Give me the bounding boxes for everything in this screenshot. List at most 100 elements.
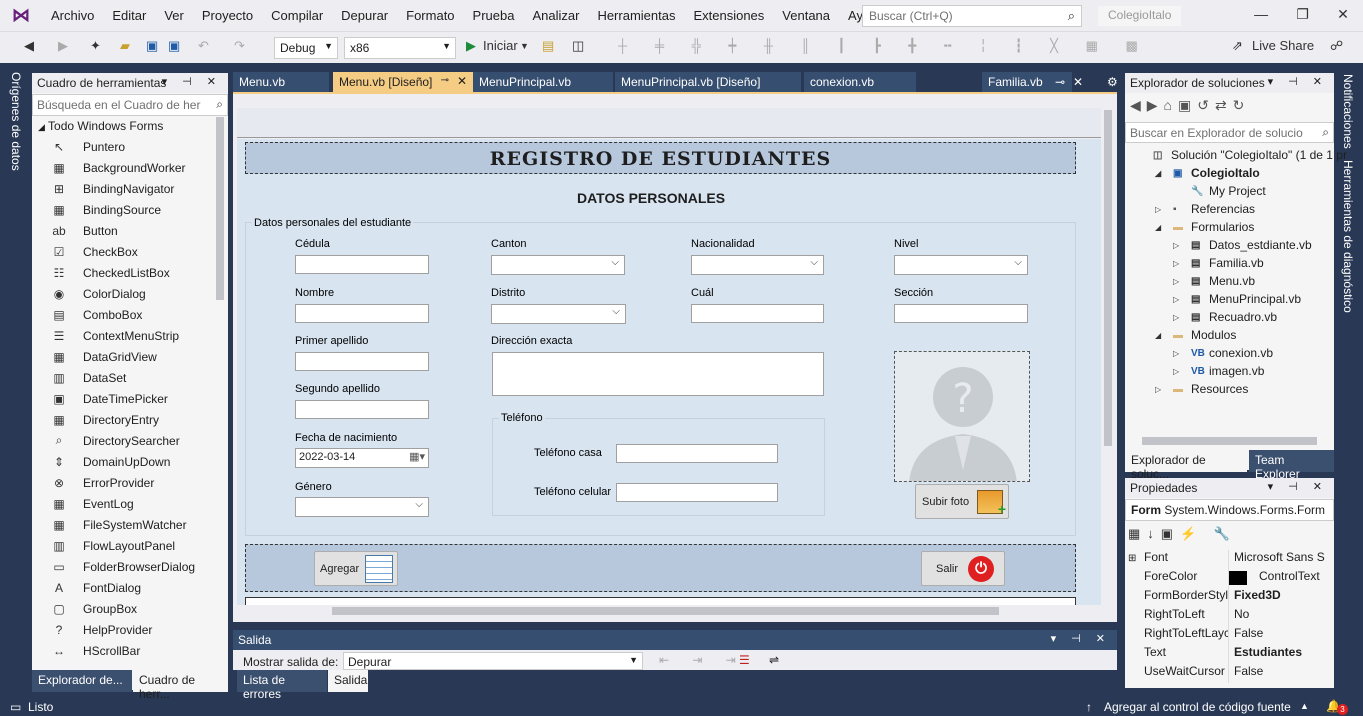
tab-data-explorer[interactable]: Explorador de...: [32, 670, 132, 692]
data-sources-tab[interactable]: Orígenes de datos: [9, 72, 23, 171]
tab-menu-vb[interactable]: Menu.vb: [233, 72, 329, 92]
forward-icon[interactable]: ▶: [58, 38, 68, 54]
new-project-icon[interactable]: ✦: [90, 38, 101, 54]
tab-conexion-vb[interactable]: conexion.vb: [804, 72, 916, 92]
undo-icon[interactable]: ↶: [198, 38, 209, 54]
toolbox-item[interactable]: ▢ GroupBox: [50, 598, 137, 619]
panel-controls-icon[interactable]: ▾ ⊣ ✕: [162, 75, 222, 88]
tree-item[interactable]: ▷ ▤ Recuadro.vb: [1125, 308, 1277, 326]
photo-picturebox[interactable]: ?: [894, 351, 1030, 482]
open-icon[interactable]: ▰: [120, 38, 130, 54]
property-row[interactable]: RightToLeftLayc False: [1125, 626, 1325, 645]
output-source-select[interactable]: Depurar ▼: [343, 652, 643, 670]
diagnostic-tools-tab[interactable]: Herramientas de diagnóstico: [1341, 160, 1355, 313]
solution-search-input[interactable]: Buscar en Explorador de solucio ⌕: [1125, 122, 1334, 143]
toolbox-item[interactable]: ⇕ DomainUpDown: [50, 451, 170, 472]
property-row[interactable]: Text Estudiantes: [1125, 645, 1325, 664]
upload-photo-button[interactable]: Subir foto +: [915, 484, 1009, 519]
property-value[interactable]: Estudiantes: [1228, 645, 1325, 664]
collapsed-arrow-icon[interactable]: ▷: [1155, 385, 1173, 394]
redo-icon[interactable]: ↷: [234, 38, 245, 54]
telefono-celular-input[interactable]: [616, 483, 778, 502]
menu-depurar[interactable]: Depurar: [332, 0, 397, 31]
gear-icon[interactable]: ⚙: [1101, 72, 1124, 92]
properties-object-select[interactable]: Form System.Windows.Forms.Form: [1125, 499, 1334, 521]
expanded-arrow-icon[interactable]: ◢: [1155, 169, 1173, 178]
property-value[interactable]: False: [1228, 664, 1325, 683]
global-search-input[interactable]: Buscar (Ctrl+Q) ⌕: [862, 5, 1082, 27]
collapsed-arrow-icon[interactable]: ▷: [1173, 241, 1191, 250]
collapsed-arrow-icon[interactable]: ▷: [1173, 313, 1191, 322]
tree-item[interactable]: ▷ ▤ Familia.vb: [1125, 254, 1264, 272]
tree-item[interactable]: ▷ ▪ Referencias: [1125, 200, 1255, 218]
toolbox-item[interactable]: ▦ FileSystemWatcher: [50, 514, 186, 535]
menu-ver[interactable]: Ver: [155, 0, 193, 31]
tab-team-explorer[interactable]: Team Explorer: [1249, 450, 1334, 481]
expanded-arrow-icon[interactable]: ◢: [1155, 331, 1173, 340]
collapsed-arrow-icon[interactable]: ▷: [1173, 277, 1191, 286]
cual-input[interactable]: [691, 304, 824, 323]
property-row[interactable]: FormBorderStyl Fixed3D: [1125, 588, 1325, 607]
toolbox-search-input[interactable]: Búsqueda en el Cuadro de her ⌕: [32, 94, 228, 116]
designer-h-scrollbar[interactable]: [332, 607, 999, 615]
toolbox-item[interactable]: ▣ DateTimePicker: [50, 388, 168, 409]
tab-menu-design[interactable]: Menu.vb [Diseño] ⊸ ✕: [333, 72, 473, 92]
menu-herramientas[interactable]: Herramientas: [588, 0, 684, 31]
tab-solution-explorer[interactable]: Explorador de soluc...: [1125, 450, 1247, 481]
collapsed-arrow-icon[interactable]: ▷: [1173, 349, 1191, 358]
direccion-textarea[interactable]: [492, 352, 824, 396]
platform-select[interactable]: x86 ▼: [344, 37, 456, 59]
toolbox-item[interactable]: ☰ ContextMenuStrip: [50, 325, 179, 346]
live-share-button[interactable]: Live Share: [1252, 38, 1314, 53]
collapsed-arrow-icon[interactable]: ▷: [1173, 295, 1191, 304]
toolbox-item[interactable]: ☷ CheckedListBox: [50, 262, 170, 283]
toolbox-item[interactable]: ⊗ ErrorProvider: [50, 472, 154, 493]
menu-archivo[interactable]: Archivo: [42, 0, 103, 31]
calendar-icon[interactable]: ▦▾: [409, 450, 425, 463]
menu-editar[interactable]: Editar: [103, 0, 155, 31]
source-control-button[interactable]: Agregar al control de código fuente: [1104, 700, 1291, 714]
menu-formato[interactable]: Formato: [397, 0, 463, 31]
tree-item[interactable]: ◫ Solución "ColegioItalo" (1 de 1 pr: [1125, 146, 1347, 164]
solution-explorer-toolbar-icons[interactable]: ◀▶⌂▣↺⇄↻: [1130, 97, 1250, 114]
chevron-down-icon[interactable]: ▼: [520, 41, 529, 51]
collapsed-arrow-icon[interactable]: ▷: [1173, 259, 1191, 268]
minimize-icon[interactable]: —: [1254, 6, 1268, 23]
tab-output[interactable]: Salida: [328, 670, 368, 692]
toolbox-item[interactable]: ▥ FlowLayoutPanel: [50, 535, 175, 556]
menu-proyecto[interactable]: Proyecto: [193, 0, 262, 31]
back-icon[interactable]: ◀: [24, 38, 34, 54]
property-value[interactable]: Microsoft Sans S: [1228, 550, 1325, 569]
tree-item[interactable]: ▷ ▤ Menu.vb: [1125, 272, 1255, 290]
tab-menuprincipal-vb[interactable]: MenuPrincipal.vb: [473, 72, 613, 92]
toolbox-scrollbar[interactable]: [216, 117, 224, 300]
tree-item[interactable]: ▷ ▤ Datos_estdiante.vb: [1125, 236, 1312, 254]
tree-item[interactable]: ▷ ▤ MenuPrincipal.vb: [1125, 290, 1301, 308]
toolbox-item[interactable]: ◉ ColorDialog: [50, 283, 146, 304]
toolbox-item[interactable]: ⌕ DirectorySearcher: [50, 430, 180, 451]
toolbox-item[interactable]: ▦ BindingSource: [50, 199, 161, 220]
configuration-select[interactable]: Debug ▼: [274, 37, 338, 59]
tab-toolbox[interactable]: Cuadro de herr...: [133, 670, 228, 701]
toolbox-item[interactable]: ▦ EventLog: [50, 493, 133, 514]
designer-v-scrollbar[interactable]: [1104, 110, 1112, 446]
toolbox-item[interactable]: ▦ DirectoryEntry: [50, 409, 159, 430]
panel-controls-icon[interactable]: ▾ ⊣ ✕: [1268, 75, 1328, 88]
toolbox-item[interactable]: ☑ CheckBox: [50, 241, 138, 262]
toolbox-item[interactable]: ? HelpProvider: [50, 619, 153, 640]
primer-apellido-input[interactable]: [295, 352, 429, 371]
close-icon[interactable]: ✕: [1067, 72, 1089, 92]
menu-analizar[interactable]: Analizar: [523, 0, 588, 31]
close-icon[interactable]: ✕: [457, 74, 467, 88]
toolbox-item[interactable]: ▥ DataSet: [50, 367, 126, 388]
telefono-casa-input[interactable]: [616, 444, 778, 463]
toolbox-group-header[interactable]: ◢ Todo Windows Forms: [38, 119, 163, 133]
property-value[interactable]: False: [1228, 626, 1325, 645]
property-row[interactable]: RightToLeft No: [1125, 607, 1325, 626]
menu-compilar[interactable]: Compilar: [262, 0, 332, 31]
toolbox-item[interactable]: ↔ HScrollBar: [50, 640, 140, 661]
clear-all-icon[interactable]: ☰: [739, 653, 750, 667]
tree-item[interactable]: ◢ ▣ ColegioItalo: [1125, 164, 1260, 182]
save-all-icon[interactable]: ▣: [168, 38, 180, 54]
expanded-arrow-icon[interactable]: ◢: [1155, 223, 1173, 232]
